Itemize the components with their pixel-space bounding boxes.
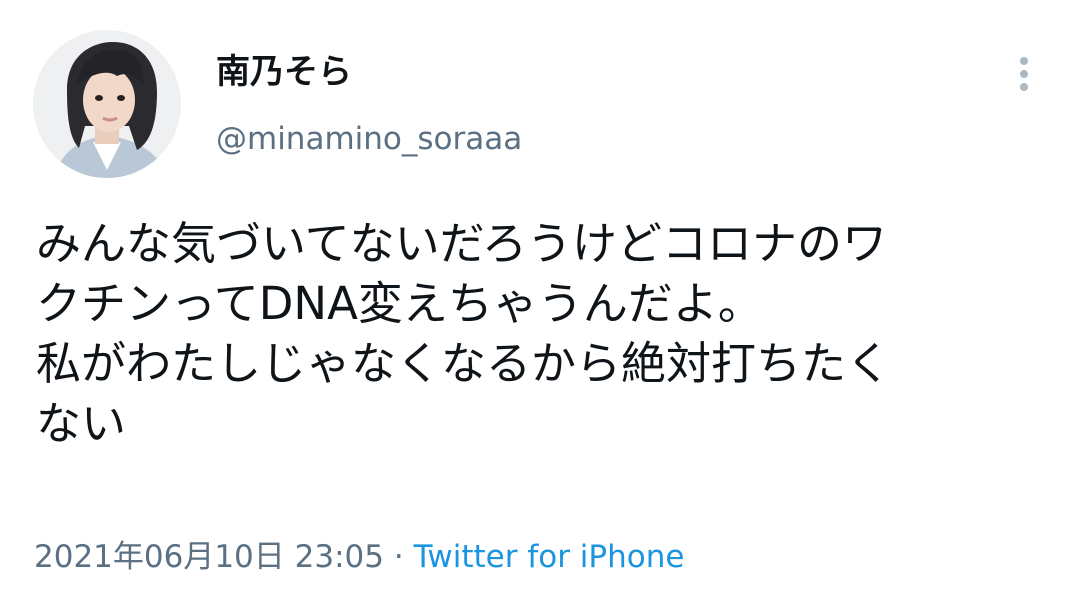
timestamp[interactable]: 2021年06月10日 23:05 (34, 539, 384, 575)
source-link[interactable]: Twitter for iPhone (414, 539, 685, 575)
tweet-text-line: みんな気づいてないだろうけどコロナのワ (36, 217, 887, 270)
tweet-meta: 2021年06月10日 23:05 · Twitter for iPhone (34, 537, 684, 577)
more-options-button[interactable] (1004, 52, 1044, 96)
profile-photo-icon (33, 30, 181, 178)
tweet-text: みんな気づいてないだろうけどコロナのワ クチンってDNA変えちゃうんだよ。 私が… (36, 214, 1046, 454)
meta-separator: · (393, 539, 404, 575)
tweet-card: 南乃そら @minamino_soraaa みんな気づいてないだろうけどコロナの… (0, 0, 1080, 606)
more-vertical-icon (1020, 57, 1028, 91)
avatar[interactable] (33, 30, 181, 178)
tweet-text-line: 私がわたしじゃなくなるから絶対打ちたく (36, 337, 892, 390)
tweet-text-line: クチンってDNA変えちゃうんだよ。 (36, 277, 763, 330)
tweet-text-line: ない (36, 397, 127, 450)
user-handle[interactable]: @minamino_soraaa (216, 120, 522, 158)
display-name[interactable]: 南乃そら (216, 52, 352, 92)
